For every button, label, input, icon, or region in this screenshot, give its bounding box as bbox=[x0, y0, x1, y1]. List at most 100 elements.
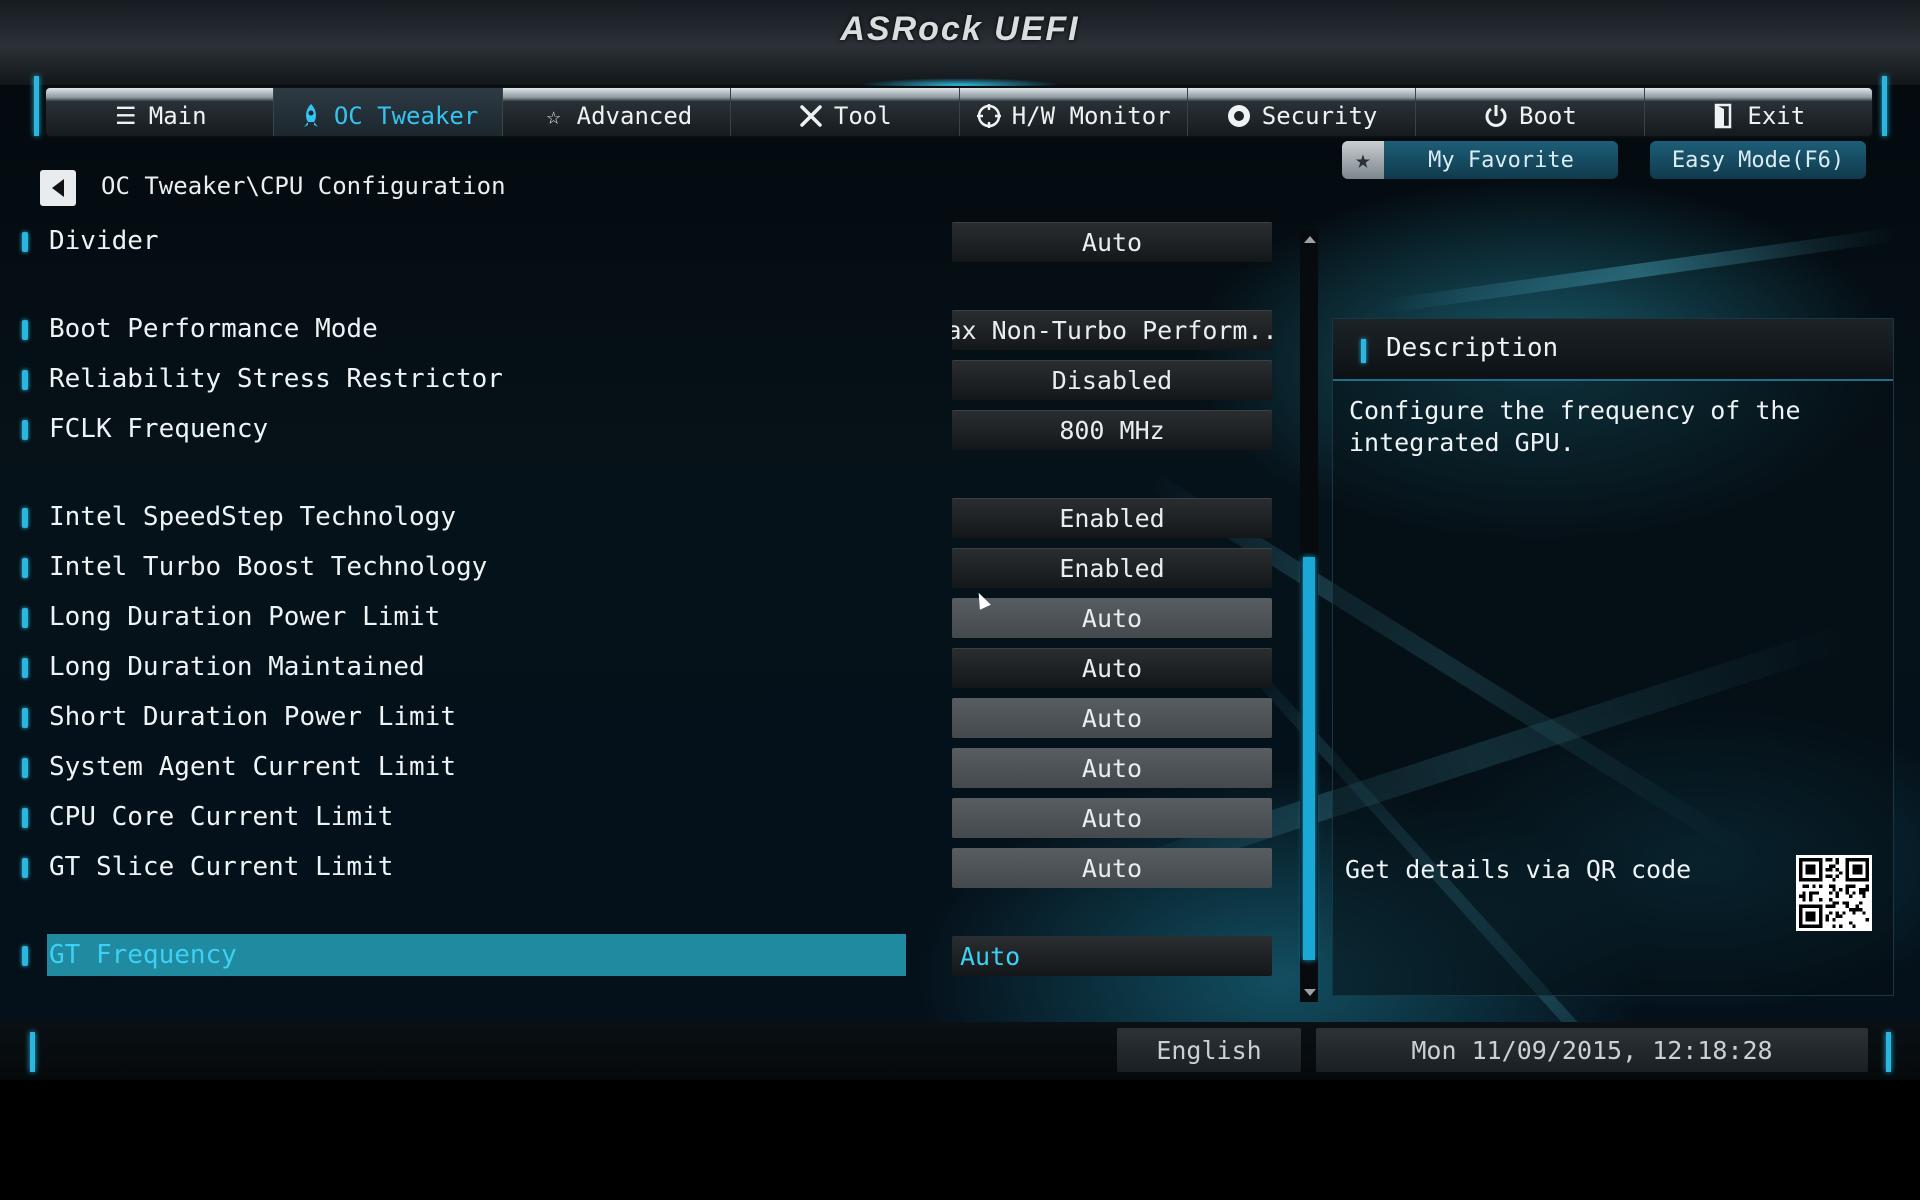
setting-label: GT Slice Current Limit bbox=[49, 852, 394, 882]
language-button[interactable]: English bbox=[1117, 1028, 1301, 1072]
setting-bullet bbox=[22, 320, 28, 340]
setting-value-dropdown[interactable]: Enabled bbox=[952, 548, 1272, 588]
asrock-uefi-logo: ASRock UEFI bbox=[840, 10, 1080, 48]
footer-left-accent bbox=[30, 1032, 35, 1072]
easy-mode-button[interactable]: Easy Mode(F6) bbox=[1650, 141, 1866, 179]
setting-row[interactable]: Long Duration Maintained Auto bbox=[0, 648, 1290, 688]
setting-row[interactable]: FCLK Frequency 800 MHz bbox=[0, 410, 1290, 450]
setting-bullet bbox=[22, 508, 28, 528]
tab-hw-monitor[interactable]: H/W Monitor bbox=[960, 88, 1188, 136]
scrollbar[interactable] bbox=[1300, 230, 1318, 1002]
setting-bullet bbox=[22, 608, 28, 628]
setting-value-dropdown[interactable]: Auto bbox=[952, 936, 1272, 976]
setting-row[interactable]: CPU Core Current Limit Auto bbox=[0, 798, 1290, 838]
tab-advanced[interactable]: ☆ Advanced bbox=[503, 88, 732, 136]
setting-value-dropdown[interactable]: Auto bbox=[952, 222, 1272, 262]
setting-value-dropdown[interactable]: Auto bbox=[952, 848, 1272, 888]
rocket-icon bbox=[298, 103, 324, 129]
tab-label: Tool bbox=[833, 102, 892, 130]
setting-label: Intel Turbo Boost Technology bbox=[49, 552, 488, 582]
scroll-thumb[interactable] bbox=[1303, 557, 1315, 961]
tab-exit[interactable]: Exit bbox=[1645, 88, 1872, 136]
setting-row[interactable]: Reliability Stress Restrictor Disabled bbox=[0, 360, 1290, 400]
setting-bullet bbox=[22, 758, 28, 778]
uefi-screen: ASRock UEFI ☰ Main OC Tweaker ☆ Advanced… bbox=[0, 0, 1920, 1080]
breadcrumb: OC Tweaker\CPU Configuration bbox=[101, 172, 506, 200]
setting-label: System Agent Current Limit bbox=[49, 752, 456, 782]
setting-value-dropdown[interactable]: Enabled bbox=[952, 498, 1272, 538]
setting-label: CPU Core Current Limit bbox=[49, 802, 394, 832]
setting-bullet bbox=[22, 808, 28, 828]
star-outline-icon: ☆ bbox=[546, 102, 561, 130]
qr-code-label: Get details via QR code bbox=[1345, 855, 1692, 884]
back-arrow-icon bbox=[52, 179, 64, 197]
setting-label: Short Duration Power Limit bbox=[49, 702, 456, 732]
description-title: Description bbox=[1386, 333, 1559, 363]
crosshair-icon bbox=[976, 103, 1002, 129]
exit-door-icon bbox=[1711, 103, 1737, 129]
setting-label: FCLK Frequency bbox=[49, 414, 269, 444]
setting-bullet bbox=[22, 232, 28, 252]
setting-label: Divider bbox=[49, 226, 159, 256]
tab-label: Exit bbox=[1747, 102, 1806, 130]
setting-bullet bbox=[22, 946, 28, 966]
header-bar: ASRock UEFI bbox=[0, 0, 1920, 92]
setting-value-dropdown[interactable]: Auto bbox=[952, 598, 1272, 638]
description-bullet bbox=[1361, 339, 1366, 363]
qr-code-icon bbox=[1799, 858, 1869, 928]
setting-bullet bbox=[22, 708, 28, 728]
list-icon: ☰ bbox=[115, 102, 137, 130]
setting-row[interactable]: Intel Turbo Boost Technology Enabled bbox=[0, 548, 1290, 588]
setting-row[interactable]: Long Duration Power Limit Auto bbox=[0, 598, 1290, 638]
setting-label: Long Duration Maintained bbox=[49, 652, 425, 682]
setting-row[interactable]: Divider Auto bbox=[0, 222, 1290, 262]
description-text: Configure the frequency of the integrate… bbox=[1349, 396, 1801, 457]
setting-label: Intel SpeedStep Technology bbox=[49, 502, 456, 532]
setting-bullet bbox=[22, 370, 28, 390]
setting-label: GT Frequency bbox=[49, 940, 237, 970]
right-edge-accent bbox=[1882, 76, 1887, 136]
setting-row[interactable]: GT Frequency Auto bbox=[0, 934, 1290, 976]
back-button[interactable] bbox=[40, 170, 76, 206]
setting-value-dropdown[interactable]: Max Non-Turbo Perform... bbox=[952, 310, 1272, 350]
tab-main[interactable]: ☰ Main bbox=[46, 88, 275, 136]
setting-row[interactable]: Short Duration Power Limit Auto bbox=[0, 698, 1290, 738]
setting-label: Boot Performance Mode bbox=[49, 314, 378, 344]
left-edge-accent bbox=[34, 76, 39, 136]
setting-value-dropdown[interactable]: Auto bbox=[952, 748, 1272, 788]
tab-tool[interactable]: Tool bbox=[731, 88, 960, 136]
my-favorite-button[interactable]: ★ My Favorite bbox=[1342, 141, 1618, 179]
tab-security[interactable]: Security bbox=[1188, 88, 1417, 136]
tab-label: Boot bbox=[1519, 102, 1577, 130]
setting-value-dropdown[interactable]: Disabled bbox=[952, 360, 1272, 400]
setting-bullet bbox=[22, 658, 28, 678]
setting-value-dropdown[interactable]: Auto bbox=[952, 798, 1272, 838]
shield-icon bbox=[1226, 103, 1252, 129]
tab-boot[interactable]: Boot bbox=[1416, 88, 1645, 136]
setting-bullet bbox=[22, 858, 28, 878]
main-tab-bar: ☰ Main OC Tweaker ☆ Advanced Tool H/W Mo… bbox=[46, 88, 1872, 136]
setting-row[interactable]: System Agent Current Limit Auto bbox=[0, 748, 1290, 788]
tab-label: H/W Monitor bbox=[1011, 102, 1171, 130]
tools-icon bbox=[798, 103, 824, 129]
setting-value-dropdown[interactable]: Auto bbox=[952, 698, 1272, 738]
setting-bullet bbox=[22, 558, 28, 578]
scroll-up-arrow-icon[interactable] bbox=[1304, 236, 1316, 243]
tab-label: Main bbox=[148, 102, 207, 130]
description-header: Description bbox=[1333, 319, 1893, 381]
footer-right-accent bbox=[1886, 1032, 1891, 1072]
tab-label: Security bbox=[1261, 102, 1378, 130]
setting-row[interactable]: Intel SpeedStep Technology Enabled bbox=[0, 498, 1290, 538]
setting-value-dropdown[interactable]: Auto bbox=[952, 648, 1272, 688]
setting-bullet bbox=[22, 420, 28, 440]
star-icon: ★ bbox=[1342, 141, 1384, 179]
my-favorite-label: My Favorite bbox=[1428, 147, 1574, 173]
tab-label: Advanced bbox=[576, 102, 693, 130]
qr-code[interactable] bbox=[1796, 855, 1872, 931]
description-panel: Description Configure the frequency of t… bbox=[1332, 318, 1894, 996]
tab-oc-tweaker[interactable]: OC Tweaker bbox=[274, 88, 503, 136]
scroll-down-arrow-icon[interactable] bbox=[1304, 989, 1316, 996]
setting-value-dropdown[interactable]: 800 MHz bbox=[952, 410, 1272, 450]
setting-row[interactable]: GT Slice Current Limit Auto bbox=[0, 848, 1290, 888]
setting-row[interactable]: Boot Performance Mode Max Non-Turbo Perfo… bbox=[0, 310, 1290, 350]
